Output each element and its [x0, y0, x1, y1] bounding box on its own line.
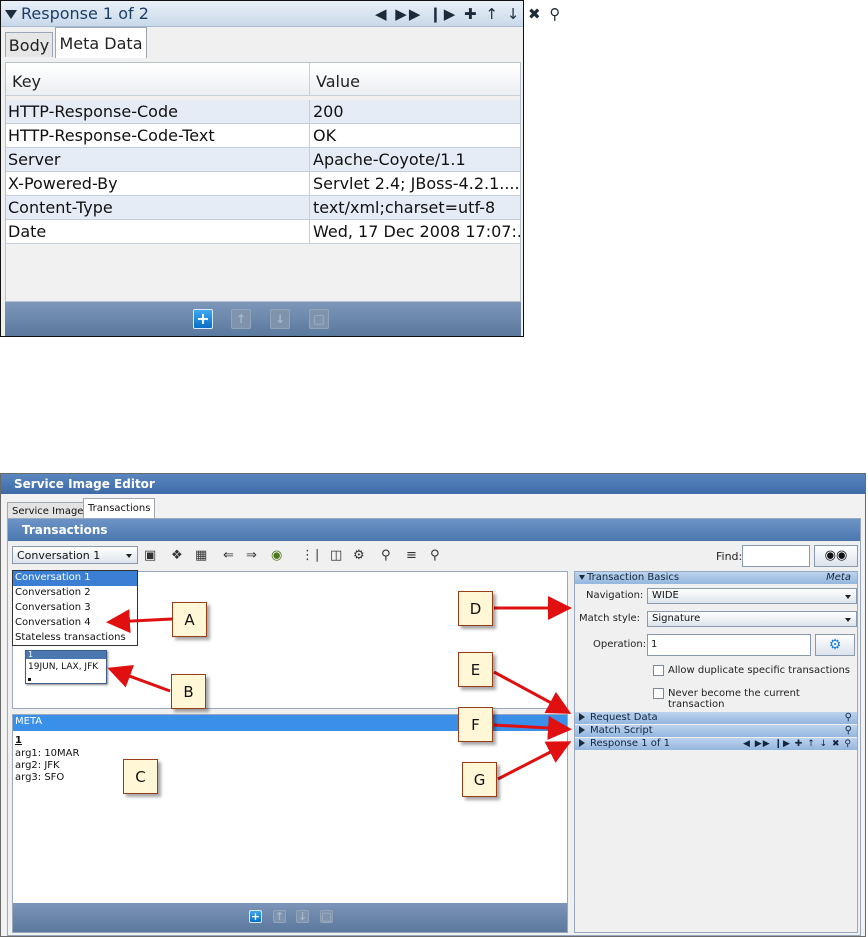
callout-g: G — [462, 762, 497, 797]
arrow-g — [497, 741, 572, 781]
callout-b: B — [171, 674, 206, 709]
callout-e: E — [458, 652, 493, 687]
callout-a: A — [172, 602, 207, 637]
callout-d: D — [458, 591, 493, 626]
arrow-b — [107, 664, 171, 693]
callout-c: C — [123, 759, 158, 794]
annotation-arrows — [106, 596, 572, 781]
arrow-a — [106, 609, 173, 634]
callout-f: F — [458, 707, 493, 742]
arrow-e — [493, 670, 572, 714]
arrow-f — [493, 716, 572, 740]
